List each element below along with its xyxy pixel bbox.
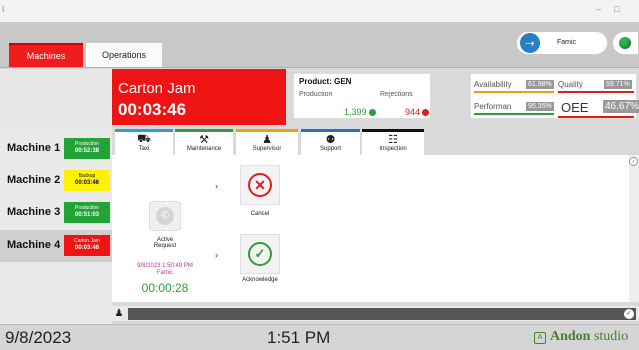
machine-name: Machine 3 [7, 206, 61, 218]
supervisor-icon: ♟ [262, 134, 272, 146]
machine-status-badge: Backup 00:03:46 [64, 170, 110, 191]
chevron-right-icon[interactable]: › [215, 250, 218, 260]
acknowledge-label: Acknowledge [242, 277, 278, 283]
machine-name: Machine 4 [7, 239, 61, 251]
product-title: Product: GEN [299, 77, 352, 86]
performance-value: 95.35% [526, 102, 554, 111]
oee-value: 46.67% [603, 100, 639, 113]
machine-name: Machine 2 [7, 174, 61, 186]
connection-status [612, 31, 638, 55]
oee-bar [558, 116, 634, 118]
user-name: Famic [557, 39, 577, 46]
tab-label: Supervisor [252, 146, 282, 152]
machine-status-badge: Production 00:52:38 [64, 138, 110, 159]
machine-status-badge: Production 00:51:03 [64, 202, 110, 223]
kpi-panel: Availability 61.98% Quality 59.71% Perfo… [470, 73, 639, 119]
quality-value: 59.71% [604, 80, 632, 89]
quality-bar [558, 91, 634, 93]
cancel-label: Cancel [250, 211, 270, 217]
machine-item-3[interactable]: Machine 3 Production 00:51:03 [0, 197, 112, 229]
tools-icon: ⚒ [199, 134, 209, 146]
minimize-button[interactable]: – [596, 4, 601, 14]
tab-label: Support [319, 146, 341, 152]
request-timer: 00:00:28 [141, 281, 189, 295]
request-date: 9/8/2023 1:50:49 PM [137, 263, 193, 269]
availability-label: Availability [474, 80, 512, 89]
tab-supervisor[interactable]: ♟ Supervisor [236, 129, 298, 155]
production-label: Production [299, 91, 333, 98]
maximize-button[interactable]: □ [614, 4, 619, 14]
operator-strip: ♟ ✓ [112, 306, 639, 321]
tab-taxi[interactable]: ⛟ Taxi [115, 129, 173, 155]
rejections-value: 944 [405, 107, 430, 117]
status-dot-icon [619, 37, 631, 49]
performance-label: Performan [474, 102, 512, 111]
footer-time: 1:51 PM [267, 328, 331, 347]
machine-item-1[interactable]: Machine 1 Production 00:52:38 [0, 133, 112, 165]
cancel-x-icon: ✕ [248, 173, 272, 197]
oee-label: OEE [561, 100, 589, 115]
side-scroll[interactable]: ‹ [629, 155, 639, 302]
tab-inspection[interactable]: ☷ Inspection [362, 129, 424, 155]
machine-item-4[interactable]: Machine 4 Carton Jam 00:03:46 [0, 230, 112, 262]
rejections-minus-icon [422, 109, 430, 117]
footer: 9/8/2023 1:51 PM A Andon studio [0, 324, 639, 350]
availability-value: 61.98% [526, 80, 554, 89]
tab-maintenance[interactable]: ⚒ Maintenance [175, 129, 233, 155]
tab-label: Maintenance [186, 146, 222, 152]
user-login-icon: ⇢ [520, 33, 540, 53]
window-titlebar: ǀ – □ [0, 0, 639, 22]
tab-label: Inspection [379, 146, 407, 152]
production-plus-icon [368, 109, 376, 117]
quality-label: Quality [558, 80, 583, 89]
machine-name: Machine 1 [7, 142, 61, 154]
check-icon[interactable]: ✓ [624, 309, 634, 319]
rejections-label: Rejections [380, 91, 413, 98]
request-user: Famic [156, 270, 174, 276]
machine-status-badge: Carton Jam 00:03:46 [64, 235, 110, 256]
alarm-title: Carton Jam [118, 80, 196, 97]
product-panel: Product: GEN Production Rejections 1,399… [293, 73, 431, 119]
operator-icon: ♟ [114, 308, 124, 319]
alarm-time: 00:03:46 [118, 100, 187, 119]
message-bar[interactable]: ✓ [128, 308, 636, 320]
user-button[interactable]: ⇢ Famic [516, 31, 608, 55]
phone-call-icon: ✆ [149, 201, 181, 231]
tab-operations[interactable]: Operations [86, 43, 162, 67]
machine-list: Machine 1 Production 00:52:38 Machine 2 B… [0, 131, 112, 339]
cancel-button[interactable]: ✕ [240, 165, 280, 205]
tab-support[interactable]: ⚉ Support [301, 129, 360, 155]
request-title: Active Request [153, 237, 177, 249]
acknowledge-check-icon: ✓ [248, 242, 272, 266]
andon-logo-icon: A [534, 332, 546, 344]
machine-item-2[interactable]: Machine 2 Backup 00:03:46 [0, 165, 112, 197]
forklift-icon: ⛟ [137, 133, 151, 145]
request-content: ✆ Active Request 9/8/2023 1:50:49 PM Fami… [112, 155, 629, 302]
department-tabs: ⛟ Taxi ⚒ Maintenance ♟ Supervisor ⚉ Supp… [112, 129, 428, 155]
left-header-blank [0, 69, 112, 131]
window-left-mark: ǀ [2, 4, 5, 14]
footer-date: 9/8/2023 [5, 328, 72, 347]
inspection-icon: ☷ [388, 134, 398, 146]
production-value: 1,399 [344, 107, 376, 117]
acknowledge-button[interactable]: ✓ [240, 234, 280, 274]
performance-bar [474, 113, 554, 115]
availability-bar [474, 91, 554, 93]
chevron-left-icon[interactable]: ‹ [629, 157, 638, 166]
chevron-right-icon[interactable]: › [215, 181, 218, 191]
tab-label: Taxi [138, 146, 150, 152]
tab-machines[interactable]: Machines [9, 43, 83, 67]
support-team-icon: ⚉ [325, 134, 336, 146]
active-request[interactable]: ✆ Active Request 9/8/2023 1:50:49 PM Fami… [130, 201, 200, 297]
app-header: Machines Operations ⇢ Famic [0, 22, 639, 68]
brand-logo: Andon studio [550, 329, 629, 344]
alarm-panel: Carton Jam 00:03:46 [112, 69, 286, 125]
